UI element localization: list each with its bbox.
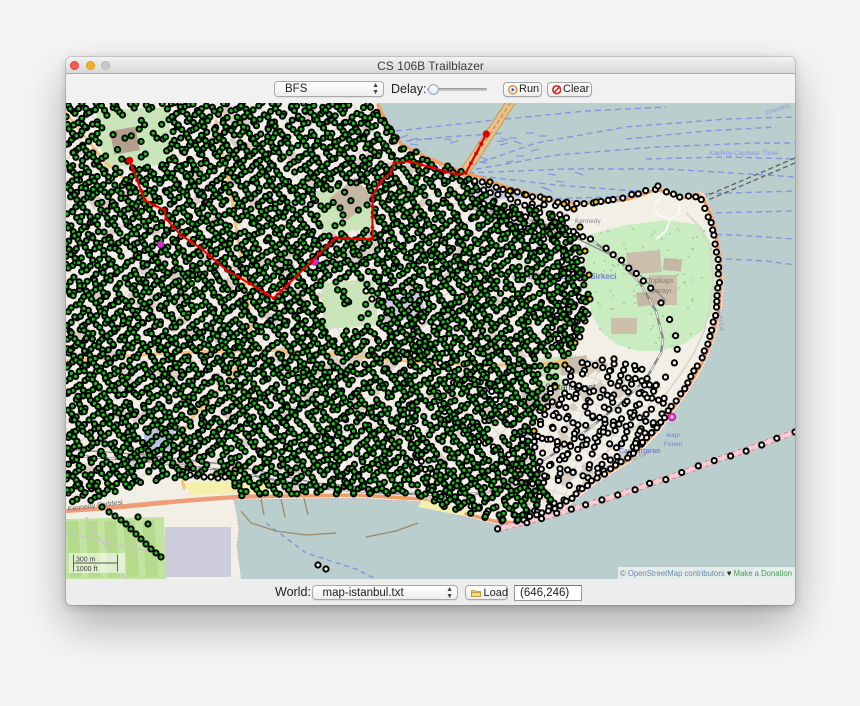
- svg-text:Kadıköy Çayıbaşı Tünel: Kadıköy Çayıbaşı Tünel: [709, 150, 779, 157]
- svg-text:ıkapı: ıkapı: [666, 432, 680, 439]
- svg-text:Topkapı: Topkapı: [647, 276, 673, 285]
- svg-text:Feneri: Feneri: [664, 441, 682, 448]
